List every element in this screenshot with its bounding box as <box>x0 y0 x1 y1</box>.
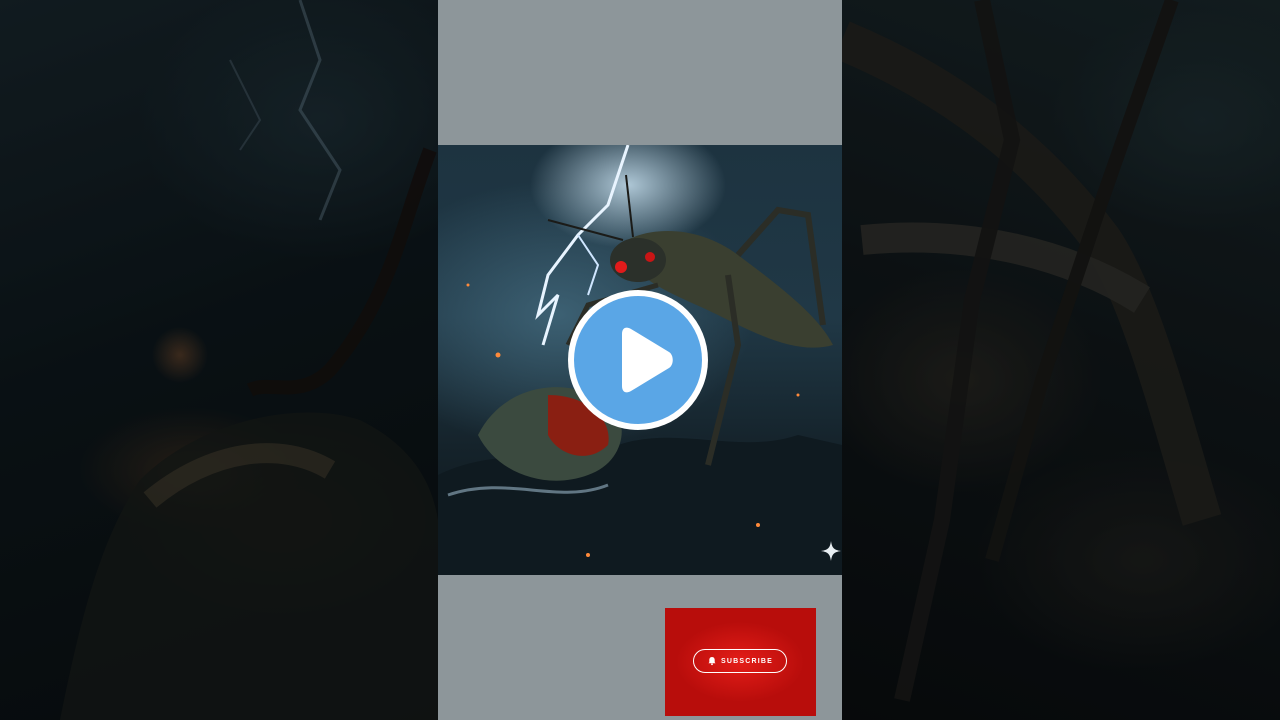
subscribe-button[interactable]: SUBSCRIBE <box>693 649 787 673</box>
play-icon <box>622 327 673 393</box>
sparkle-icon <box>821 541 841 561</box>
play-button[interactable] <box>568 290 708 430</box>
blurred-background-right <box>842 0 1280 720</box>
blurred-background-left <box>0 0 438 720</box>
bell-icon <box>708 657 716 666</box>
subscribe-card: SUBSCRIBE <box>665 608 816 716</box>
subscribe-label: SUBSCRIBE <box>720 657 774 665</box>
